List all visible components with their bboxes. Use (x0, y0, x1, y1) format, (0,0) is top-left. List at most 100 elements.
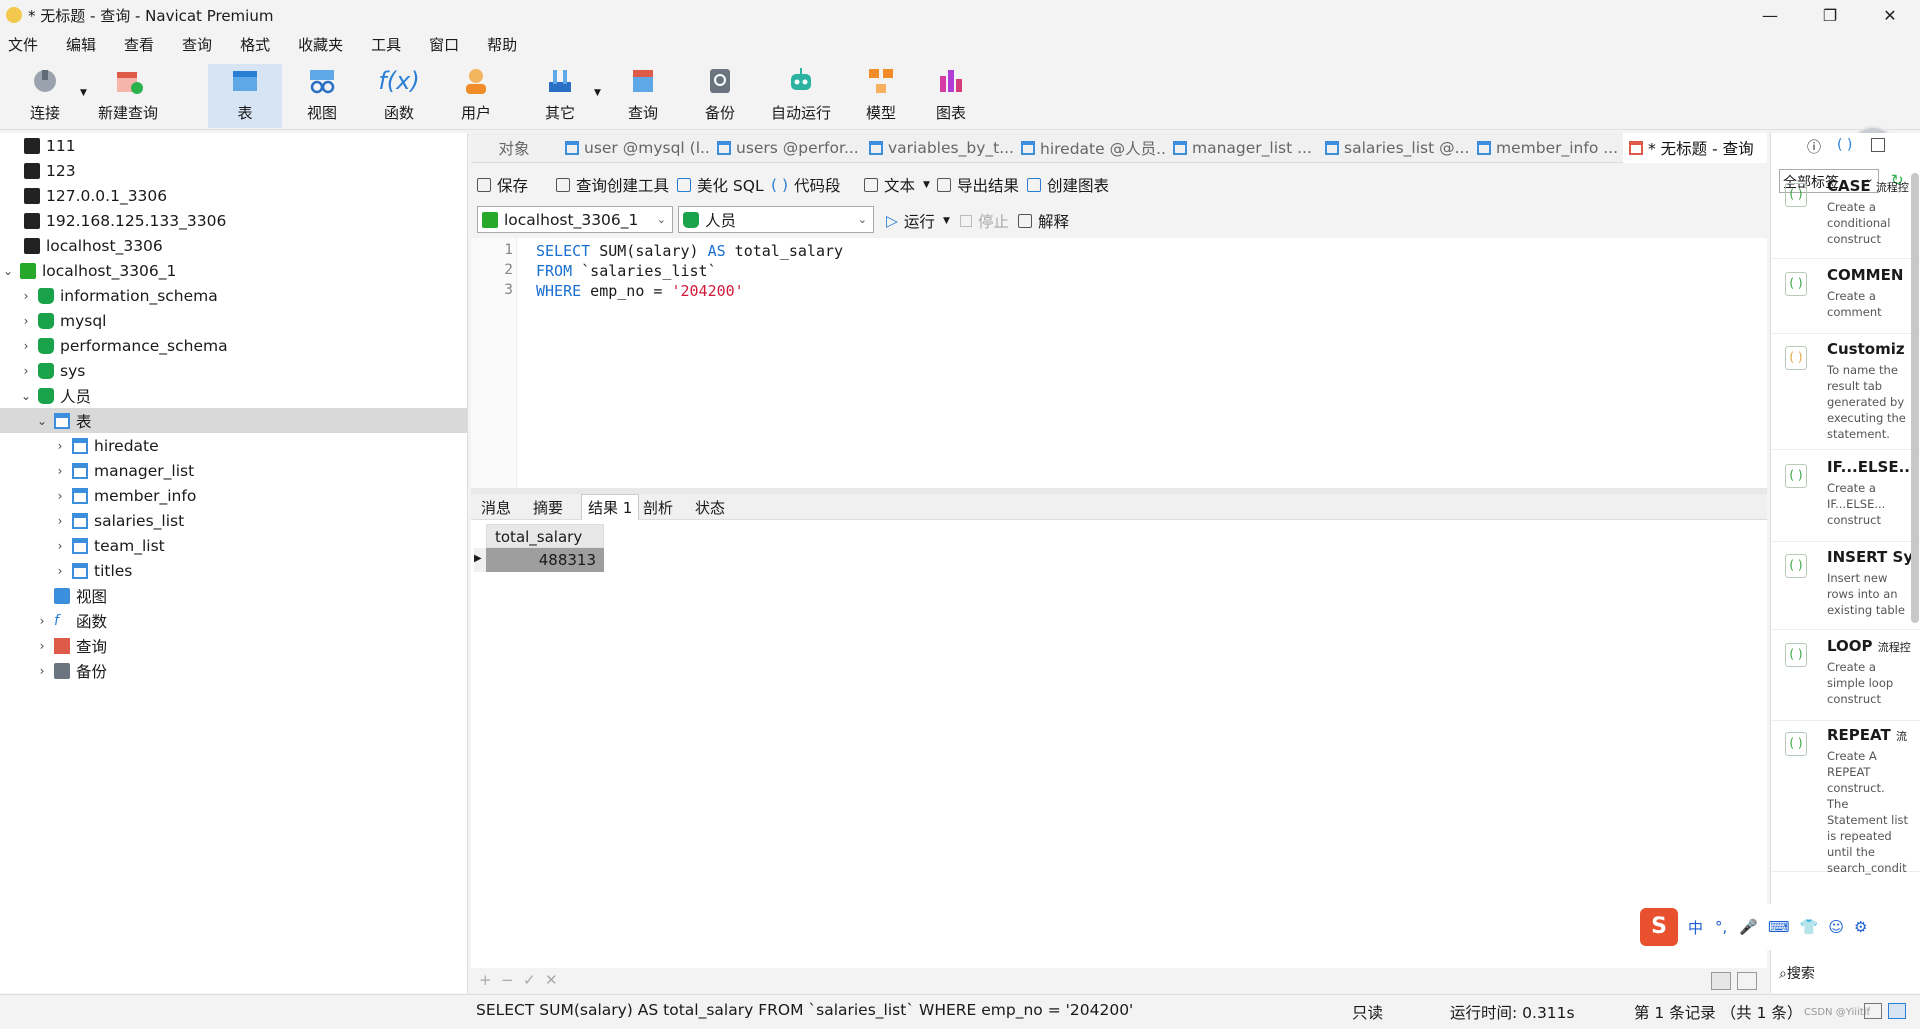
chevron-right-icon[interactable]: › (52, 564, 68, 578)
database-select[interactable]: 人员 ⌄ (678, 206, 874, 233)
stop-button[interactable]: 停止 (960, 210, 1009, 232)
tab-user-mysql[interactable]: user @mysql (l... (559, 133, 709, 163)
connect-dropdown-icon[interactable]: ▼ (80, 88, 87, 98)
chevron-right-icon[interactable]: › (18, 314, 34, 328)
chevron-right-icon[interactable]: › (52, 464, 68, 478)
tab-users-performance[interactable]: users @perfor... (711, 133, 861, 163)
chevron-right-icon[interactable]: › (52, 439, 68, 453)
automation-button[interactable]: 自动运行 (760, 64, 842, 128)
minimize-button[interactable]: — (1740, 0, 1800, 30)
menu-tools[interactable]: 工具 (363, 32, 409, 58)
tree-queries-folder[interactable]: › 查询 (34, 633, 107, 658)
column-header-total-salary[interactable]: total_salary (486, 524, 604, 548)
chevron-right-icon[interactable]: › (18, 289, 34, 303)
tree-views-folder[interactable]: 视图 (34, 583, 107, 608)
menu-query[interactable]: 查询 (174, 32, 220, 58)
delete-record-button[interactable]: − (501, 971, 514, 989)
tree-connection-active[interactable]: ⌄ localhost_3306_1 (0, 258, 176, 283)
menu-help[interactable]: 帮助 (479, 32, 525, 58)
keyboard-icon[interactable]: ⌨ (1768, 918, 1790, 936)
view-button[interactable]: 视图 (285, 64, 359, 128)
restore-button[interactable]: ❐ (1800, 0, 1860, 30)
tree-connection-123[interactable]: 123 (4, 158, 76, 183)
query-button[interactable]: 查询 (606, 64, 680, 128)
tree-db-active[interactable]: ⌄ 人员 (18, 383, 91, 408)
tree-db-sys[interactable]: › sys (18, 358, 86, 383)
backup-button[interactable]: 备份 (683, 64, 757, 128)
skin-icon[interactable]: 👕 (1800, 918, 1819, 936)
menu-window[interactable]: 窗口 (421, 32, 467, 58)
tab-messages[interactable]: 消息 (475, 494, 517, 520)
snippet-loop[interactable]: ( ) LOOP 流程控 Create a simple loop construc… (1771, 633, 1920, 721)
snippet-if-else[interactable]: ( ) IF...ELSE... Create a IF...ELSE... con… (1771, 454, 1920, 542)
menu-file[interactable]: 文件 (0, 32, 46, 58)
chevron-right-icon[interactable]: › (18, 339, 34, 353)
menu-view[interactable]: 查看 (116, 32, 162, 58)
template-icon[interactable] (1871, 138, 1885, 152)
tree-functions-folder[interactable]: › f 函数 (34, 608, 107, 633)
tab-status[interactable]: 状态 (689, 494, 731, 520)
microphone-icon[interactable]: 🎤 (1739, 918, 1758, 936)
settings-icon[interactable]: ⚙ (1854, 918, 1867, 936)
other-dropdown-icon[interactable]: ▼ (594, 88, 601, 98)
chevron-right-icon[interactable]: › (34, 614, 50, 628)
assistant-icon[interactable]: ☺ (1828, 918, 1844, 936)
tree-connection-local[interactable]: 127.0.0.1_3306 (4, 183, 167, 208)
tab-profile[interactable]: 剖析 (637, 494, 679, 520)
snippet-search[interactable]: ⌕搜索 (1779, 963, 1815, 983)
menu-edit[interactable]: 编辑 (58, 32, 104, 58)
snippet-insert[interactable]: ( ) INSERT Sy Insert new rows into an exis… (1771, 544, 1920, 630)
new-query-button[interactable]: 新建查询 (90, 64, 166, 128)
tree-db-information-schema[interactable]: › information_schema (18, 283, 218, 308)
snippet-case[interactable]: ( ) CASE 流程控 Create a conditional construc… (1771, 173, 1920, 259)
tab-salaries-list[interactable]: salaries_list @... (1319, 133, 1469, 163)
function-button[interactable]: f(x) 函数 (362, 64, 436, 128)
chevron-down-icon[interactable]: ⌄ (0, 264, 16, 278)
table-button[interactable]: 表 (208, 64, 282, 128)
grid-view-icon[interactable] (1711, 972, 1731, 990)
chart-button[interactable]: 图表 (914, 64, 988, 128)
form-view-icon[interactable] (1737, 972, 1757, 990)
tree-tables-folder[interactable]: ⌄ 表 (0, 408, 467, 433)
model-button[interactable]: 模型 (844, 64, 918, 128)
discard-changes-button[interactable]: ✕ (545, 971, 558, 989)
explain-button[interactable]: 解释 (1018, 210, 1069, 232)
other-button[interactable]: 其它 (523, 64, 597, 128)
user-button[interactable]: 用户 (439, 64, 513, 128)
sidebar-toggle-icon[interactable] (1888, 1003, 1906, 1019)
snippet-icon[interactable]: ( ) (1837, 137, 1852, 153)
tree-table-hiredate[interactable]: › hiredate (52, 433, 159, 458)
tree-connection-111[interactable]: 111 (4, 133, 76, 158)
sogou-logo-icon[interactable]: S (1640, 908, 1678, 946)
tree-table-salaries-list[interactable]: › salaries_list (52, 508, 185, 533)
chevron-right-icon[interactable]: › (52, 489, 68, 503)
snippet-customize[interactable]: ( ) Customiz To name the result tab genera… (1771, 336, 1920, 450)
tab-objects[interactable]: 对象 (471, 133, 557, 163)
tree-db-mysql[interactable]: › mysql (18, 308, 107, 333)
tree-connection-localhost[interactable]: localhost_3306 (4, 233, 163, 258)
chevron-down-icon[interactable]: ⌄ (34, 414, 50, 428)
tree-table-member-info[interactable]: › member_info (52, 483, 197, 508)
add-record-button[interactable]: + (479, 971, 492, 989)
punctuation-icon[interactable]: °, (1715, 918, 1727, 936)
tree-connection-remote[interactable]: 192.168.125.133_3306 (4, 208, 226, 233)
snippet-repeat[interactable]: ( ) REPEAT 流 Create A REPEAT construct. Th… (1771, 722, 1920, 875)
result-cell[interactable]: 488313 (486, 548, 604, 572)
snippet-button[interactable]: ( ) 代码段 (771, 174, 841, 196)
info-icon[interactable]: ⓘ (1807, 137, 1821, 157)
connection-select[interactable]: localhost_3306_1 ⌄ (477, 206, 673, 233)
tab-summary[interactable]: 摘要 (527, 494, 569, 520)
chevron-right-icon[interactable]: › (34, 664, 50, 678)
chevron-right-icon[interactable]: › (34, 639, 50, 653)
tree-backups-folder[interactable]: › 备份 (34, 658, 107, 683)
chevron-right-icon[interactable]: › (52, 514, 68, 528)
beautify-sql-button[interactable]: 美化 SQL (677, 174, 764, 196)
save-button[interactable]: 保存 (477, 174, 528, 196)
scrollbar[interactable] (1911, 173, 1919, 623)
export-result-button[interactable]: 导出结果 (937, 174, 1019, 196)
close-button[interactable]: ✕ (1860, 0, 1920, 30)
run-button[interactable]: ▷ 运行 ▼ (886, 210, 950, 232)
tab-untitled-query[interactable]: * 无标题 - 查询 (1623, 133, 1767, 163)
tab-member-info[interactable]: member_info ... (1471, 133, 1621, 163)
tree-table-team-list[interactable]: › team_list (52, 533, 165, 558)
